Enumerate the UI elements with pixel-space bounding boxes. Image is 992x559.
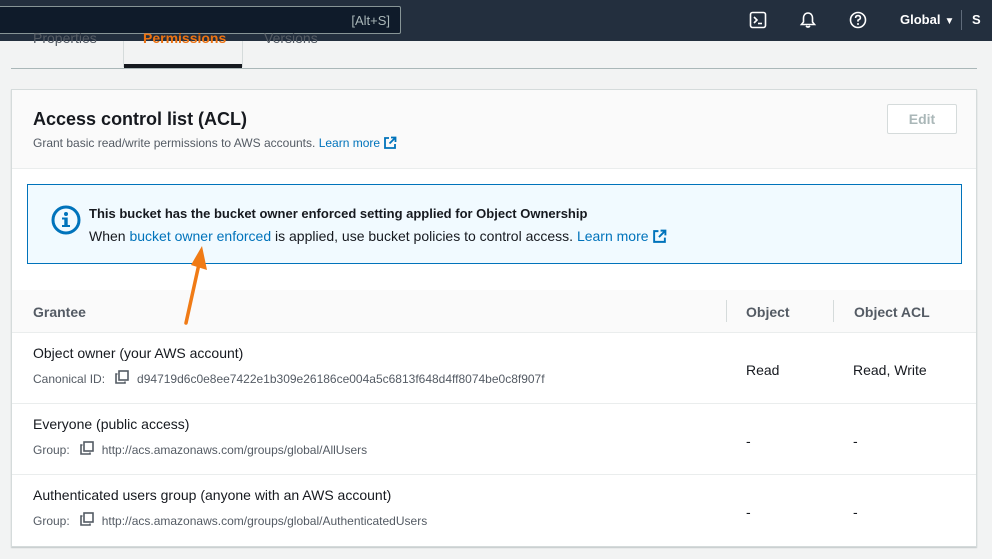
nav-divider (961, 10, 962, 30)
copy-icon[interactable] (115, 370, 129, 387)
grantee-id: Canonical ID: d94719d6c0e8ee7422e1b309e2… (33, 370, 545, 387)
alert-body-prefix: When (89, 228, 126, 244)
table-row: Object owner (your AWS account) Canonica… (12, 333, 976, 404)
grantee-id: Group: http://acs.amazonaws.com/groups/g… (33, 441, 367, 458)
help-icon[interactable] (848, 10, 868, 30)
id-value: d94719d6c0e8ee7422e1b309e26186ce004a5c68… (137, 371, 545, 386)
table-row: Authenticated users group (anyone with a… (12, 475, 976, 546)
info-alert: This bucket has the bucket owner enforce… (27, 184, 962, 264)
alert-learn-more-link[interactable]: Learn more (577, 228, 649, 244)
region-selector[interactable]: Global ▼ (900, 12, 954, 27)
alert-title: This bucket has the bucket owner enforce… (89, 206, 588, 221)
object-acl-permission: - (853, 433, 858, 449)
id-value: http://acs.amazonaws.com/groups/global/A… (101, 442, 368, 457)
column-header-object-acl: Object ACL (854, 304, 930, 320)
panel-title: Access control list (ACL) (33, 109, 248, 129)
tab-properties[interactable]: Properties (33, 30, 97, 46)
object-permission: - (746, 433, 751, 449)
object-permission: - (746, 504, 751, 520)
region-label: Global (900, 12, 941, 27)
cloudshell-icon[interactable] (748, 10, 768, 30)
info-icon (51, 205, 81, 240)
column-divider[interactable] (726, 300, 727, 322)
learn-more-link[interactable]: Learn more (319, 136, 380, 150)
id-label: Group: (33, 442, 70, 457)
edit-button[interactable]: Edit (887, 104, 957, 134)
panel-description-text: Grant basic read/write permissions to AW… (33, 136, 316, 150)
id-label: Canonical ID: (33, 371, 106, 386)
object-permission: Read (746, 362, 780, 378)
column-header-object: Object (746, 304, 790, 320)
column-divider[interactable] (833, 300, 834, 322)
object-acl-permission: - (853, 504, 858, 520)
tab-versions[interactable]: Versions (264, 30, 318, 46)
annotation-arrow-icon (184, 246, 207, 325)
external-link-icon[interactable] (652, 229, 667, 247)
id-value: http://acs.amazonaws.com/groups/global/A… (101, 513, 428, 528)
grantee-id: Group: http://acs.amazonaws.com/groups/g… (33, 512, 427, 529)
tab-permissions[interactable]: Permissions (143, 30, 226, 46)
id-label: Group: (33, 513, 70, 528)
column-header-grantee: Grantee (33, 304, 86, 320)
grantee-name: Object owner (your AWS account) (33, 345, 244, 361)
panel-description: Grant basic read/write permissions to AW… (33, 136, 397, 153)
acl-panel: Access control list (ACL) Grant basic re… (11, 89, 977, 547)
object-acl-permission: Read, Write (853, 362, 927, 378)
bucket-owner-enforced-link[interactable]: bucket owner enforced (129, 228, 271, 244)
search-shortcut-hint: [Alt+S] (351, 13, 390, 28)
table-header: Grantee Object Object ACL (12, 290, 976, 333)
account-menu[interactable]: S (972, 12, 981, 27)
alert-body-suffix: is applied, use bucket policies to contr… (275, 228, 574, 244)
copy-icon[interactable] (79, 512, 94, 529)
tabs-divider (11, 68, 977, 69)
copy-icon[interactable] (79, 441, 94, 458)
acl-panel-header: Access control list (ACL) Grant basic re… (12, 90, 976, 169)
grantee-name: Everyone (public access) (33, 416, 190, 432)
caret-down-icon: ▼ (944, 16, 955, 27)
tab-divider (242, 41, 243, 67)
external-link-icon[interactable] (383, 136, 397, 153)
grantee-name: Authenticated users group (anyone with a… (33, 487, 392, 503)
table-row: Everyone (public access) Group: http://a… (12, 404, 976, 475)
bell-icon[interactable] (798, 10, 818, 30)
